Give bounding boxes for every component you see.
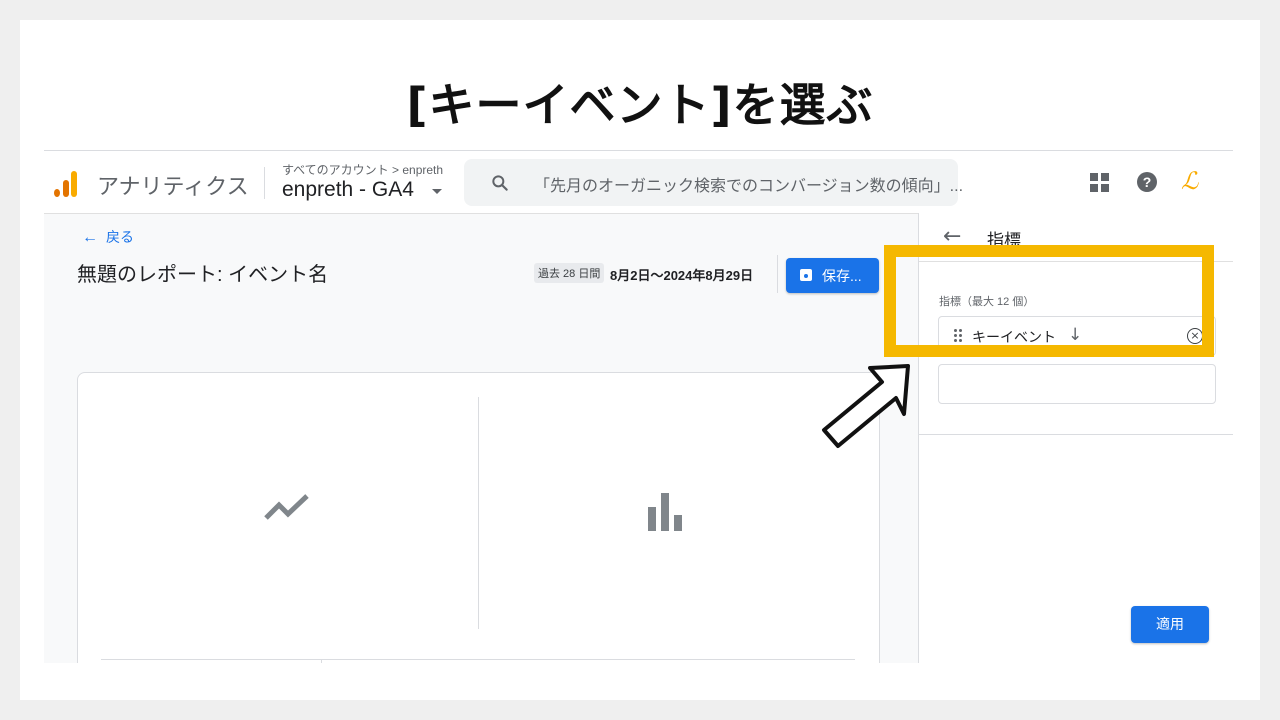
report-title: 無題のレポート: イベント名: [77, 264, 329, 286]
visualization-card: [77, 372, 880, 663]
chevron-down-icon[interactable]: [432, 189, 442, 194]
save-button[interactable]: 保存...: [786, 258, 879, 293]
divider: [321, 659, 322, 663]
back-label: 戻る: [106, 229, 134, 245]
app-name: アナリティクス: [97, 174, 249, 199]
bar-chart-icon[interactable]: [648, 491, 688, 531]
divider: [264, 167, 265, 199]
search-icon: [492, 175, 508, 191]
add-metric-field[interactable]: [938, 364, 1216, 404]
apps-grid-icon[interactable]: [1090, 173, 1109, 192]
panel-title: 指標: [987, 231, 1021, 250]
metric-name: キーイベント: [972, 329, 1056, 345]
search-placeholder[interactable]: 「先月のオーガニック検索でのコンバージョン数の傾向」...: [534, 172, 963, 196]
property-selector[interactable]: enpreth - GA4: [282, 178, 414, 202]
drag-handle-icon[interactable]: [954, 329, 962, 343]
divider: [478, 397, 479, 629]
top-bar: アナリティクス すべてのアカウント > enpreth enpreth - GA…: [44, 151, 1233, 214]
line-chart-icon[interactable]: [263, 488, 313, 528]
apply-button[interactable]: 適用: [1131, 606, 1209, 643]
user-avatar-icon[interactable]: ℒ: [1181, 167, 1198, 195]
pointer-arrow-icon: [822, 364, 910, 448]
panel-header: ← 指標: [919, 213, 1233, 262]
save-icon: [800, 269, 812, 281]
search-bar[interactable]: 「先月のオーガニック検索でのコンバージョン数の傾向」...: [464, 159, 963, 206]
arrow-left-icon[interactable]: ←: [943, 224, 961, 249]
divider: [919, 434, 1233, 435]
metric-chip[interactable]: キーイベント ↓ ×: [938, 316, 1216, 356]
metrics-label: 指標（最大 12 個）: [939, 296, 1035, 308]
divider: [777, 255, 778, 293]
save-label: 保存...: [822, 268, 862, 284]
slide-title: [キーイベント]を選ぶ: [406, 78, 874, 132]
date-range-chip[interactable]: 過去 28 日間: [534, 263, 605, 283]
divider: [101, 659, 855, 660]
back-link[interactable]: ← 戻る: [82, 227, 134, 247]
arrow-left-icon: ←: [82, 229, 98, 246]
analytics-screenshot: アナリティクス すべてのアカウント > enpreth enpreth - GA…: [44, 150, 1233, 663]
metrics-panel: ← 指標 指標（最大 12 個） キーイベント ↓ × 適用: [918, 213, 1233, 663]
close-circle-icon[interactable]: ×: [1187, 328, 1203, 344]
help-icon[interactable]: ?: [1137, 172, 1157, 192]
date-range[interactable]: 8月2日～2024年8月29日: [610, 265, 753, 284]
arrow-down-icon[interactable]: ↓: [1068, 325, 1082, 345]
account-breadcrumb[interactable]: すべてのアカウント > enpreth: [282, 161, 443, 178]
analytics-logo-icon[interactable]: [54, 169, 78, 197]
